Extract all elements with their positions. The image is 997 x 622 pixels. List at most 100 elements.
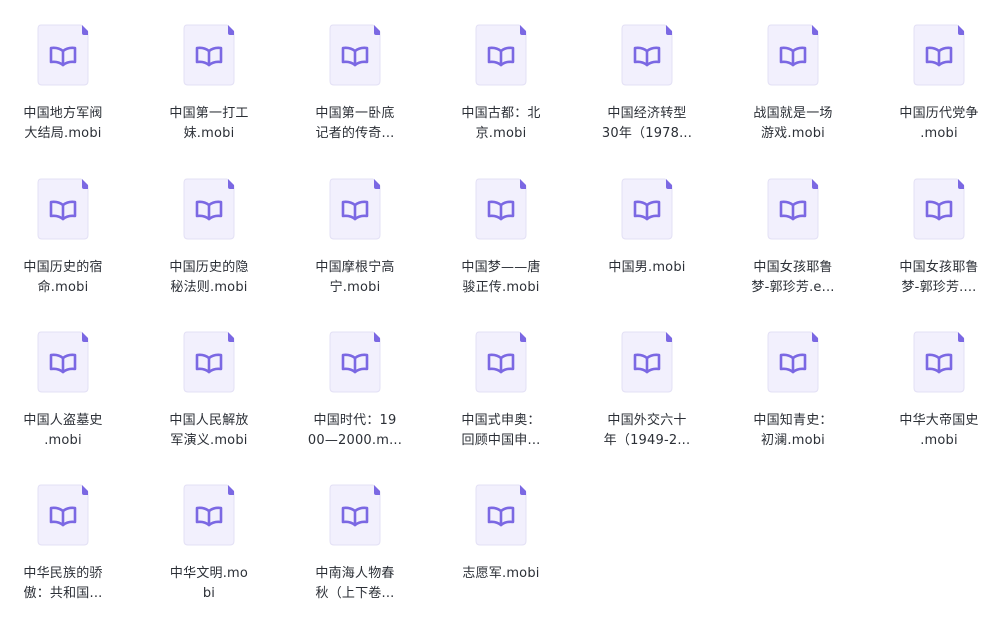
file-name-line-1: 中国知青史： (753, 413, 833, 428)
file-name: 中国男.mobi (599, 258, 695, 278)
file-name-line-1: 中国历史的隐 (169, 260, 249, 275)
file-name: 中国地方军阀 大结局.mobi (15, 104, 111, 144)
file-item[interactable]: 中华文明.mo bi (149, 460, 269, 601)
file-name-line-1: 中国梦——唐 (461, 260, 541, 275)
file-name: 中国经济转型 30年（1978... (599, 104, 695, 144)
file-name: 中南海人物春 秋（上下卷... (307, 564, 403, 604)
file-name: 中国女孩耶鲁 梦-郭珍芳.e... (745, 258, 841, 298)
file-name-line-2: 初澜.mobi (760, 433, 825, 448)
file-item[interactable]: 战国就是一场 游戏.mobi (733, 0, 853, 141)
file-name: 中华文明.mo bi (161, 564, 257, 604)
file-name: 中国历史的宿 命.mobi (15, 258, 111, 298)
ebook-file-icon (329, 178, 381, 240)
file-item[interactable]: 中国第一打工 妹.mobi (149, 0, 269, 141)
file-name: 中华民族的骄 傲：共和国... (15, 564, 111, 604)
file-item[interactable]: 中国摩根宁高 宁.mobi (295, 154, 415, 295)
file-name-line-1: 中国地方军阀 (23, 106, 103, 121)
file-item[interactable]: 中华民族的骄 傲：共和国... (3, 460, 123, 601)
file-name-line-1: 志愿军.mobi (462, 566, 540, 581)
file-item[interactable]: 中国女孩耶鲁 梦-郭珍芳.... (879, 154, 997, 295)
file-item[interactable]: 中南海人物春 秋（上下卷... (295, 460, 415, 601)
ebook-file-icon (913, 178, 965, 240)
file-name-line-2: 记者的传奇... (315, 126, 395, 141)
file-name: 中国人盗墓史 .mobi (15, 411, 111, 451)
file-name-line-1: 中华文明.mo (169, 566, 249, 581)
ebook-file-icon (913, 331, 965, 393)
file-name-line-1: 中国古都：北 (461, 106, 541, 121)
file-name-line-2: 京.mobi (475, 126, 527, 141)
file-name-line-1: 中南海人物春 (315, 566, 395, 581)
file-item[interactable]: 中国时代：19 00—2000.m... (295, 307, 415, 448)
file-item[interactable]: 中国第一卧底 记者的传奇... (295, 0, 415, 141)
file-item[interactable]: 中国历史的宿 命.mobi (3, 154, 123, 295)
file-name-line-2: 回顾中国申... (461, 433, 541, 448)
file-name: 中国知青史： 初澜.mobi (745, 411, 841, 451)
file-grid: 中国地方军阀 大结局.mobi 中国第一打工 妹.mobi 中国第一卧底 记者的传奇...… (0, 0, 997, 622)
ebook-file-icon (37, 484, 89, 546)
ebook-file-icon (621, 24, 673, 86)
file-name: 战国就是一场 游戏.mobi (745, 104, 841, 144)
file-name: 中国第一卧底 记者的传奇... (307, 104, 403, 144)
ebook-file-icon (183, 484, 235, 546)
file-name-line-2: 00—2000.m... (307, 433, 403, 448)
file-name-line-2: 游戏.mobi (760, 126, 825, 141)
file-item[interactable]: 中国人盗墓史 .mobi (3, 307, 123, 448)
file-name-line-1: 中华大帝国史 (899, 413, 979, 428)
ebook-file-icon (183, 178, 235, 240)
file-item[interactable]: 志愿军.mobi (441, 460, 561, 600)
file-name-line-1: 中国第一打工 (169, 106, 249, 121)
file-name-line-2: 骏正传.mobi (462, 280, 540, 295)
file-name-line-1: 中国时代：19 (313, 413, 397, 428)
file-name-line-2: 宁.mobi (329, 280, 381, 295)
file-name-line-1: 中国人盗墓史 (23, 413, 103, 428)
ebook-file-icon (37, 24, 89, 86)
file-name-line-2: 大结局.mobi (24, 126, 102, 141)
file-item[interactable]: 中国人民解放 军演义.mobi (149, 307, 269, 448)
file-item[interactable]: 中国经济转型 30年（1978... (587, 0, 707, 141)
file-name-line-1: 中国历史的宿 (23, 260, 103, 275)
file-name-line-1: 中国摩根宁高 (315, 260, 395, 275)
file-name-line-1: 中华民族的骄 (23, 566, 103, 581)
file-name-line-1: 中国历代党争 (899, 106, 979, 121)
file-name: 中华大帝国史 .mobi (891, 411, 987, 451)
file-name-line-2: 30年（1978... (601, 126, 693, 141)
ebook-file-icon (329, 24, 381, 86)
file-item[interactable]: 中华大帝国史 .mobi (879, 307, 997, 448)
file-name-line-2: .mobi (920, 126, 958, 141)
file-name-line-2: 命.mobi (37, 280, 89, 295)
file-item[interactable]: 中国男.mobi (587, 154, 707, 294)
file-name-line-1: 中国式申奥： (461, 413, 541, 428)
file-name: 中国梦——唐 骏正传.mobi (453, 258, 549, 298)
ebook-file-icon (767, 24, 819, 86)
file-item[interactable]: 中国历史的隐 秘法则.mobi (149, 154, 269, 295)
file-item[interactable]: 中国知青史： 初澜.mobi (733, 307, 853, 448)
file-name-line-2: bi (202, 586, 216, 601)
file-item[interactable]: 中国历代党争 .mobi (879, 0, 997, 141)
ebook-file-icon (475, 24, 527, 86)
file-name-line-1: 中国女孩耶鲁 (753, 260, 833, 275)
file-item[interactable]: 中国古都：北 京.mobi (441, 0, 561, 141)
file-name: 中国摩根宁高 宁.mobi (307, 258, 403, 298)
file-name-line-1: 中国外交六十 (607, 413, 687, 428)
file-name: 中国式申奥： 回顾中国申... (453, 411, 549, 451)
file-item[interactable]: 中国女孩耶鲁 梦-郭珍芳.e... (733, 154, 853, 295)
file-item[interactable]: 中国地方军阀 大结局.mobi (3, 0, 123, 141)
file-name-line-2: 年（1949-2... (603, 433, 691, 448)
file-item[interactable]: 中国梦——唐 骏正传.mobi (441, 154, 561, 295)
file-name: 中国古都：北 京.mobi (453, 104, 549, 144)
file-name-line-2: 军演义.mobi (170, 433, 248, 448)
file-item[interactable]: 中国外交六十 年（1949-2... (587, 307, 707, 448)
file-name-line-2: .mobi (44, 433, 82, 448)
file-name-line-1: 中国经济转型 (607, 106, 687, 121)
ebook-file-icon (183, 24, 235, 86)
ebook-file-icon (329, 484, 381, 546)
file-name: 中国时代：19 00—2000.m... (307, 411, 403, 451)
file-name: 中国历史的隐 秘法则.mobi (161, 258, 257, 298)
file-name: 中国人民解放 军演义.mobi (161, 411, 257, 451)
file-item[interactable]: 中国式申奥： 回顾中国申... (441, 307, 561, 448)
ebook-file-icon (621, 331, 673, 393)
file-name-line-2: 秘法则.mobi (170, 280, 248, 295)
ebook-file-icon (913, 24, 965, 86)
file-name: 中国第一打工 妹.mobi (161, 104, 257, 144)
file-name-line-2: 梦-郭珍芳.... (901, 280, 977, 295)
